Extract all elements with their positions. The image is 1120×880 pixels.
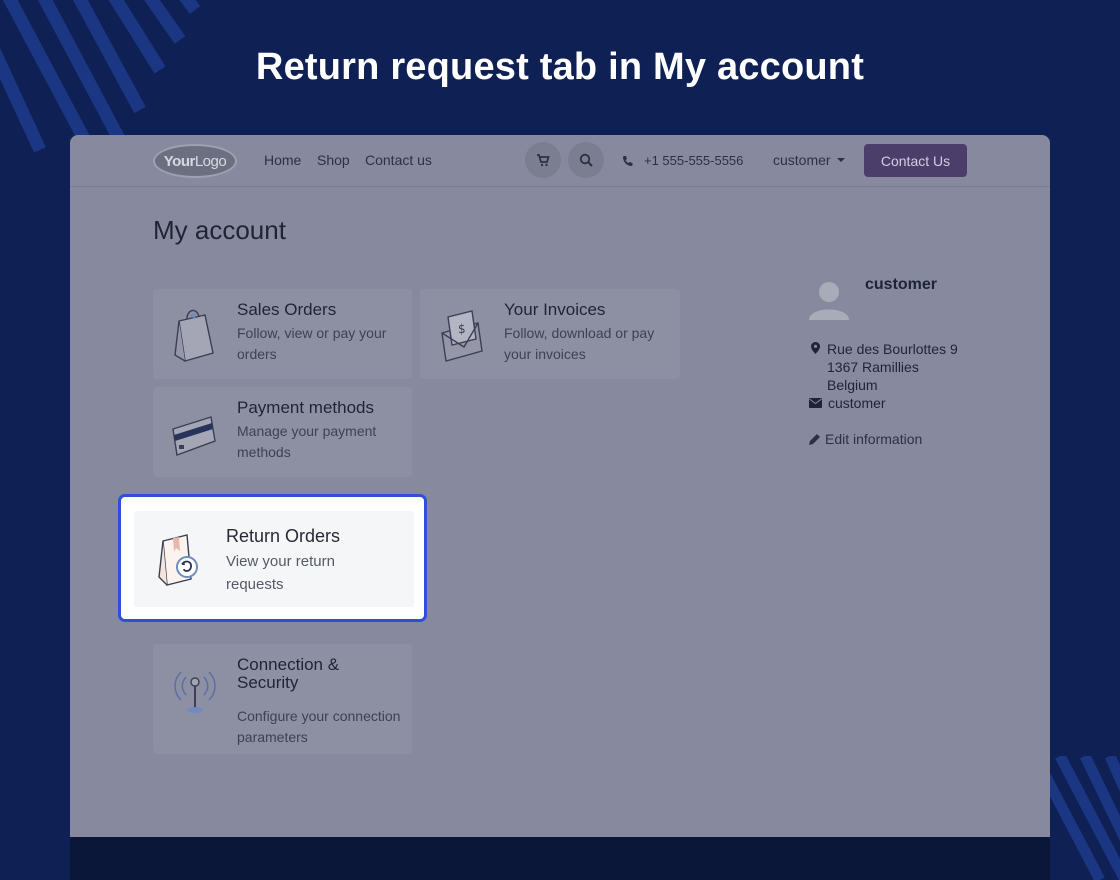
email-row: customer	[809, 395, 886, 411]
credit-card-icon	[172, 416, 216, 456]
card-description: Manage your payment methods	[237, 423, 377, 460]
card-title: Payment methods	[237, 398, 375, 417]
phone-number: +1 555-555-5556	[644, 153, 744, 168]
contact-us-button[interactable]: Contact Us	[864, 144, 967, 177]
chevron-down-icon	[836, 158, 845, 162]
pencil-icon	[809, 434, 820, 445]
card-connection-security[interactable]: Connection & Security Configure your con…	[153, 644, 412, 754]
cart-button[interactable]	[525, 142, 561, 178]
card-description: Follow, view or pay your orders	[237, 325, 387, 362]
map-marker-icon	[811, 342, 820, 354]
envelope-icon	[809, 398, 822, 408]
return-orders-highlight: Return Orders View your return requests	[118, 494, 427, 622]
card-title: Your Invoices	[504, 300, 606, 319]
user-menu-label: customer	[773, 152, 831, 168]
edit-information-label: Edit information	[825, 431, 923, 447]
shopping-bag-icon	[174, 309, 214, 362]
card-description: Configure your connection parameters	[237, 708, 401, 745]
card-title: Connection & Security	[237, 655, 340, 692]
card-payment-methods[interactable]: Payment methods Manage your payment meth…	[153, 387, 412, 477]
page-headline: Return request tab in My account	[255, 46, 865, 88]
phone-contact[interactable]: +1 555-555-5556	[622, 153, 743, 168]
cart-icon	[537, 153, 550, 166]
site-footer	[70, 837, 1050, 880]
card-sales-orders[interactable]: Sales Orders Follow, view or pay your or…	[153, 289, 412, 379]
nav-contact-us[interactable]: Contact us	[365, 152, 432, 168]
email-value: customer	[828, 395, 886, 411]
address-line: 1367 Ramillies	[827, 359, 919, 375]
avatar	[809, 282, 849, 320]
card-description: Follow, download or pay your invoices	[504, 325, 655, 362]
address-line: Rue des Bourlottes 9	[827, 341, 958, 357]
decorative-stripes	[1040, 756, 1120, 880]
search-icon	[579, 153, 593, 167]
phone-icon	[623, 155, 633, 166]
card-description: View your return requests	[226, 553, 335, 593]
page-title: My account	[153, 215, 286, 245]
profile-name: customer	[865, 276, 938, 293]
invoice-envelope-icon: $	[441, 310, 483, 362]
logo-text-bold: Your	[163, 152, 196, 170]
navbar: Your Logo Home Shop Contact us +1 555-555…	[70, 135, 1050, 187]
card-title: Return Orders	[226, 526, 341, 546]
site-logo[interactable]: Your Logo	[153, 144, 237, 178]
logo-text-thin: Logo	[194, 152, 227, 170]
card-your-invoices[interactable]: $ Your Invoices Follow, download or pay …	[420, 289, 680, 379]
svg-text:$: $	[458, 322, 466, 336]
return-box-icon	[158, 534, 198, 586]
nav-shop[interactable]: Shop	[317, 152, 350, 168]
card-title: Sales Orders	[237, 300, 337, 319]
edit-information-link[interactable]: Edit information	[809, 431, 922, 447]
user-dropdown[interactable]: customer	[773, 152, 845, 168]
nav-home[interactable]: Home	[264, 152, 301, 168]
address-block: Rue des Bourlottes 9 1367 Ramillies Belg…	[827, 340, 958, 394]
address-line: Belgium	[827, 377, 878, 393]
antenna-icon	[174, 671, 216, 713]
search-button[interactable]	[568, 142, 604, 178]
